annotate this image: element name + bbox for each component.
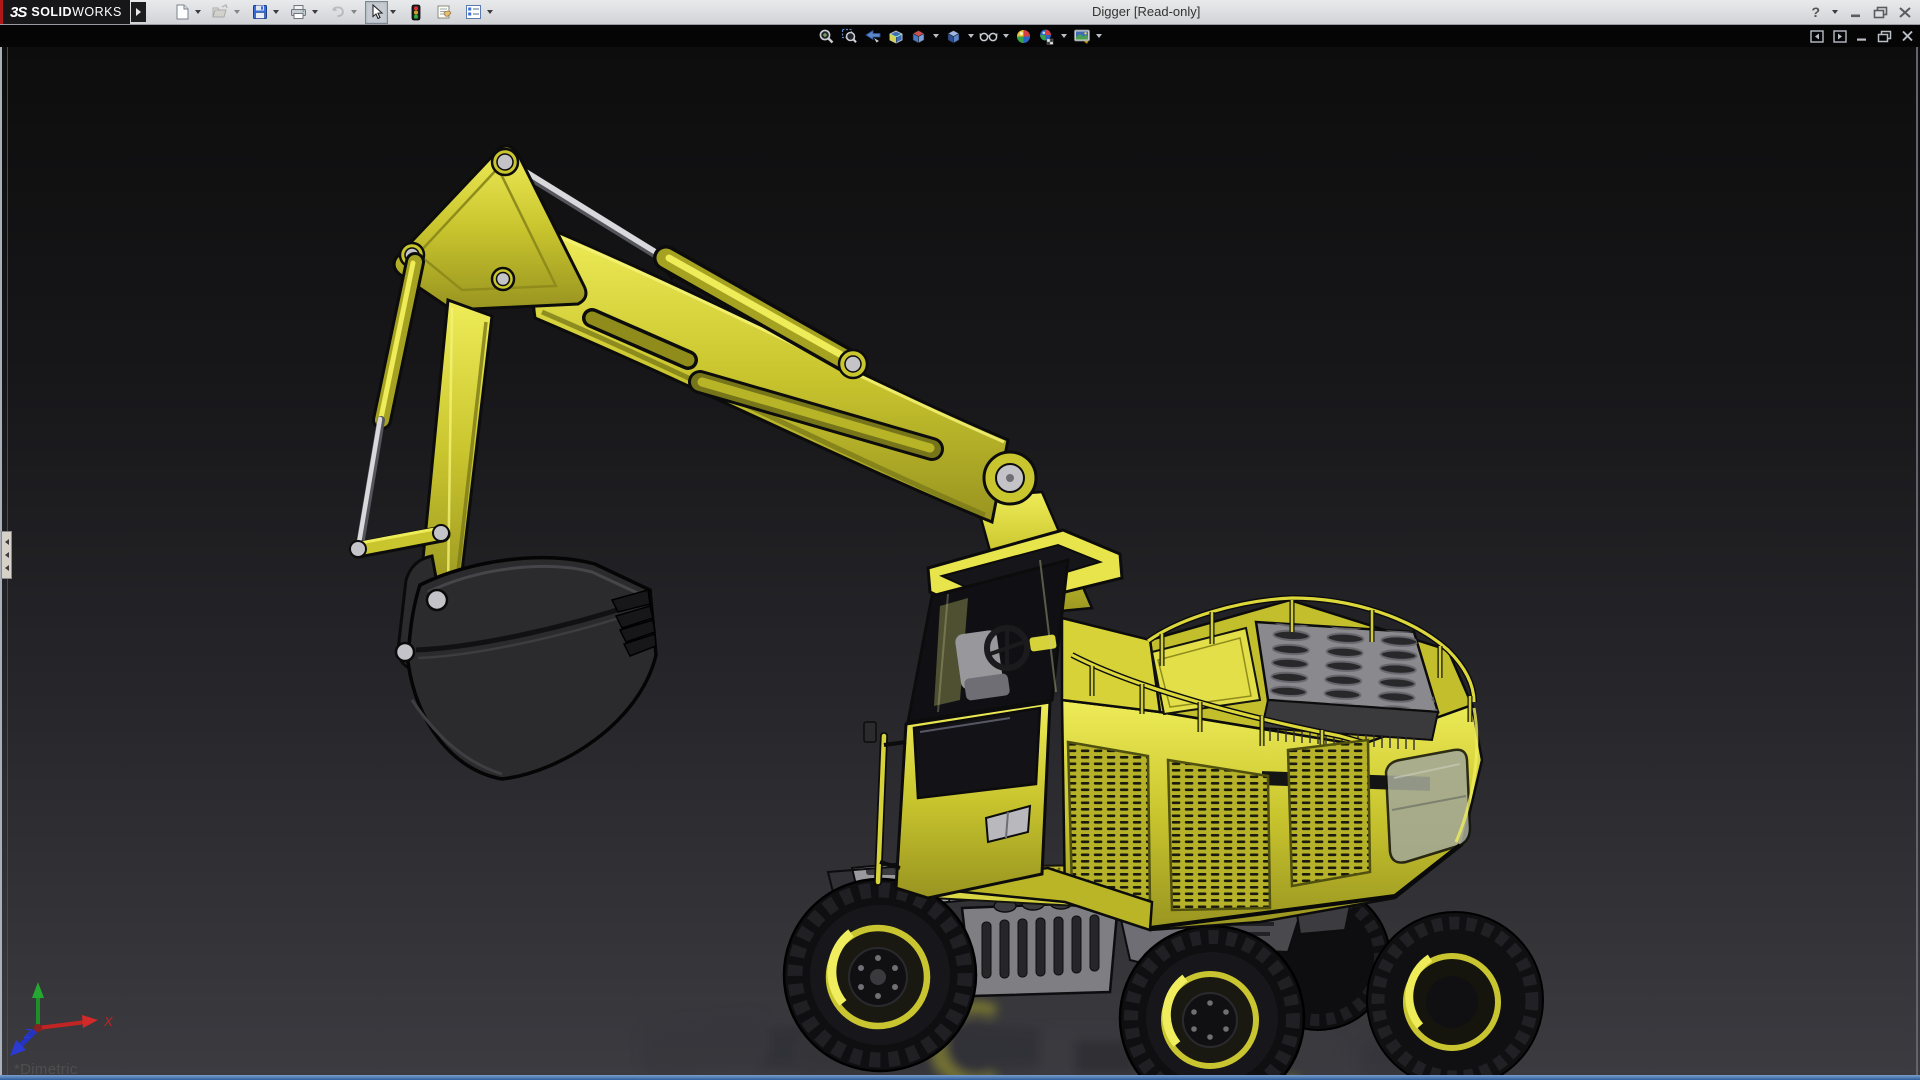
collapse-arrow-icon	[4, 565, 9, 571]
solidworks-logo: 3S SOLIDWORKS	[0, 0, 130, 24]
previous-document-button[interactable]	[1810, 29, 1824, 43]
logo-3s-mark: 3S	[10, 3, 27, 21]
brand-name: SOLIDWORKS	[31, 5, 122, 19]
display-style-caret[interactable]	[968, 34, 974, 38]
previous-view-button[interactable]	[862, 26, 883, 46]
restore-button[interactable]	[1873, 6, 1888, 19]
new-dropdown-caret[interactable]	[195, 10, 201, 14]
body[interactable]	[1060, 594, 1484, 932]
front-left-wheel[interactable]	[782, 877, 978, 1073]
open-button[interactable]	[209, 1, 232, 24]
select-tool-button[interactable]	[365, 0, 388, 24]
title-bar: 3S SOLIDWORKS Digger [Read-only] ?	[0, 0, 1920, 25]
next-document-button[interactable]	[1833, 29, 1847, 43]
print-dropdown-caret[interactable]	[312, 10, 318, 14]
new-document-button[interactable]	[170, 1, 193, 24]
open-folder-icon	[212, 4, 228, 18]
minimize-button[interactable]	[1850, 6, 1863, 18]
triad-x-label: X	[103, 1014, 114, 1029]
open-dropdown-caret[interactable]	[234, 10, 240, 14]
undo-arrow-icon	[332, 6, 344, 18]
previous-view-icon	[864, 29, 880, 43]
document-restore-button[interactable]	[1877, 30, 1892, 43]
apply-scene-caret[interactable]	[1061, 34, 1067, 38]
view-settings-icon	[1073, 29, 1090, 44]
close-button[interactable]	[1898, 6, 1912, 19]
select-dropdown-caret[interactable]	[390, 10, 396, 14]
featuremanager-splitter-tab[interactable]	[1, 531, 12, 579]
apply-scene-button[interactable]	[1036, 26, 1057, 46]
reference-triad: X Z	[10, 982, 114, 1056]
zoom-to-area-button[interactable]	[839, 26, 860, 46]
undo-button[interactable]	[326, 1, 349, 24]
help-button[interactable]: ?	[1811, 4, 1820, 20]
section-view-button[interactable]	[885, 26, 906, 46]
view-orientation-cube-icon	[912, 29, 925, 44]
collapse-arrow-icon	[4, 539, 9, 545]
save-button[interactable]	[248, 1, 271, 24]
edit-appearance-button[interactable]	[1013, 26, 1034, 46]
document-window-controls	[1810, 25, 1914, 47]
menu-flyout-button[interactable]	[131, 2, 146, 22]
titlebar-window-controls: ?	[1811, 0, 1912, 24]
help-dropdown-caret[interactable]	[1832, 10, 1838, 14]
triad-z-label: Z	[23, 1026, 33, 1041]
zoom-to-fit-icon	[819, 29, 834, 43]
section-view-icon	[889, 29, 903, 44]
rebuild-traffic-light-icon	[411, 4, 420, 20]
view-settings-caret[interactable]	[1096, 34, 1102, 38]
window-title: Digger [Read-only]	[1092, 4, 1201, 19]
view-settings-button[interactable]	[1071, 26, 1092, 46]
heads-up-group	[0, 25, 1920, 47]
options-dropdown-caret[interactable]	[487, 10, 493, 14]
collapse-arrow-icon	[4, 552, 9, 558]
document-minimize-button[interactable]	[1856, 30, 1868, 42]
hide-show-items-caret[interactable]	[1003, 34, 1009, 38]
options-button[interactable]	[462, 1, 485, 24]
excavator-model[interactable]	[0, 47, 1920, 1075]
new-document-icon	[176, 4, 188, 20]
print-button[interactable]	[287, 1, 310, 24]
select-cursor-icon	[371, 4, 383, 20]
flyout-arrow-icon	[136, 8, 141, 16]
apply-scene-icon	[1039, 29, 1053, 45]
file-properties-button[interactable]	[433, 1, 456, 24]
viewport-right-border	[1916, 47, 1918, 1075]
bucket[interactable]	[394, 554, 658, 781]
heads-up-toolbar	[0, 25, 1920, 47]
boom-assembly[interactable]	[349, 144, 1094, 618]
standard-toolbar	[170, 0, 500, 24]
file-properties-icon	[437, 5, 452, 19]
save-dropdown-caret[interactable]	[273, 10, 279, 14]
hide-show-items-button[interactable]	[978, 26, 999, 46]
solidworks-window: 3S SOLIDWORKS Digger [Read-only] ? X Z *…	[0, 0, 1920, 1080]
hide-show-glasses-icon	[979, 32, 998, 42]
elbow-plate	[392, 144, 588, 312]
zoom-to-fit-button[interactable]	[816, 26, 837, 46]
zoom-to-area-icon	[841, 28, 857, 43]
view-orientation-caret[interactable]	[933, 34, 939, 38]
rebuild-button[interactable]	[404, 1, 427, 24]
document-close-button[interactable]	[1901, 30, 1914, 42]
status-bar-strip	[0, 1075, 1920, 1080]
edit-appearance-ball-icon	[1017, 29, 1030, 43]
print-icon	[291, 5, 306, 19]
save-floppy-icon	[252, 5, 267, 19]
display-style-button[interactable]	[943, 26, 964, 46]
undo-dropdown-caret[interactable]	[351, 10, 357, 14]
view-orientation-button[interactable]	[908, 26, 929, 46]
logo-red-sliver	[0, 0, 3, 24]
display-style-cube-icon	[947, 29, 960, 44]
options-checklist-icon	[466, 5, 481, 19]
